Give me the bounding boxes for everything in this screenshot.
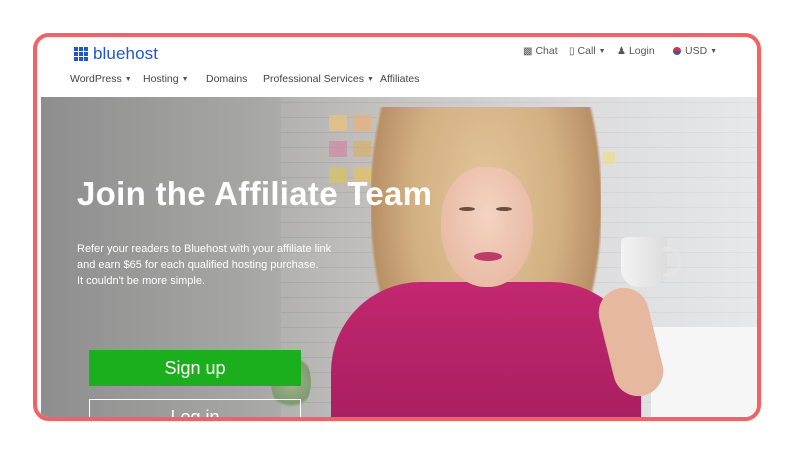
screenshot-frame: bluehost ▩ Chat ▯ Call ▼ ♟ Login USD ▼ W… [33,33,761,421]
chat-link[interactable]: ▩ Chat [523,45,558,57]
call-label: Call [577,45,596,57]
nav-item-label: Hosting [143,73,179,85]
flag-icon [673,47,681,55]
nav-item-professional-services[interactable]: Professional Services ▼ [263,73,374,85]
sticky-note [329,115,347,131]
sticky-note [353,141,371,157]
logo-grid-icon [74,47,88,61]
woman-eye [459,207,475,211]
coffee-cup [621,237,667,287]
nav-item-label: WordPress [70,73,122,85]
login-link[interactable]: ♟ Login [617,45,655,57]
chevron-down-icon: ▼ [366,75,374,83]
hero-description: Refer your readers to Bluehost with your… [77,241,347,289]
log-in-button[interactable]: Log in [89,399,301,417]
coffee-cup-handle [663,247,681,277]
hero-copy-line: and earn $65 for each qualified hosting … [77,259,319,271]
nav-item-label: Domains [206,73,248,85]
chevron-down-icon: ▼ [598,47,606,55]
nav-item-affiliates[interactable]: Affiliates [380,73,420,85]
hero-copy-line: Refer your readers to Bluehost with your… [77,243,332,255]
chevron-down-icon: ▼ [710,47,718,55]
phone-icon: ▯ [569,45,575,57]
woman-shirt [331,282,641,417]
brand-logo[interactable]: bluehost [74,44,158,64]
sticky-note [603,152,615,164]
woman-face [441,167,533,287]
chevron-down-icon: ▼ [124,75,132,83]
nav-item-label: Professional Services [263,73,364,85]
sticky-note [353,115,371,131]
chat-icon: ▩ [523,45,533,57]
brand-name: bluehost [93,44,159,63]
woman-eye [496,207,512,211]
sticky-note [329,141,347,157]
user-icon: ♟ [617,45,626,57]
laptop-decoration [651,327,757,417]
nav-item-label: Affiliates [380,73,420,85]
nav-item-hosting[interactable]: Hosting ▼ [143,73,189,85]
hero-copy-line: It couldn't be more simple. [77,275,206,287]
currency-menu[interactable]: USD ▼ [673,45,717,57]
woman-lips [474,252,502,261]
hero-banner: Join the Affiliate Team Refer your reade… [41,97,757,417]
sign-up-button[interactable]: Sign up [89,350,301,386]
nav-item-domains[interactable]: Domains [206,73,247,85]
call-menu[interactable]: ▯ Call ▼ [569,45,606,57]
hero-title: Join the Affiliate Team [77,175,433,212]
login-label: Login [628,45,655,57]
currency-label: USD [685,45,708,57]
chevron-down-icon: ▼ [181,75,189,83]
site-header: bluehost ▩ Chat ▯ Call ▼ ♟ Login USD ▼ W… [37,37,757,97]
chat-label: Chat [535,45,558,57]
nav-item-wordpress[interactable]: WordPress ▼ [70,73,132,85]
